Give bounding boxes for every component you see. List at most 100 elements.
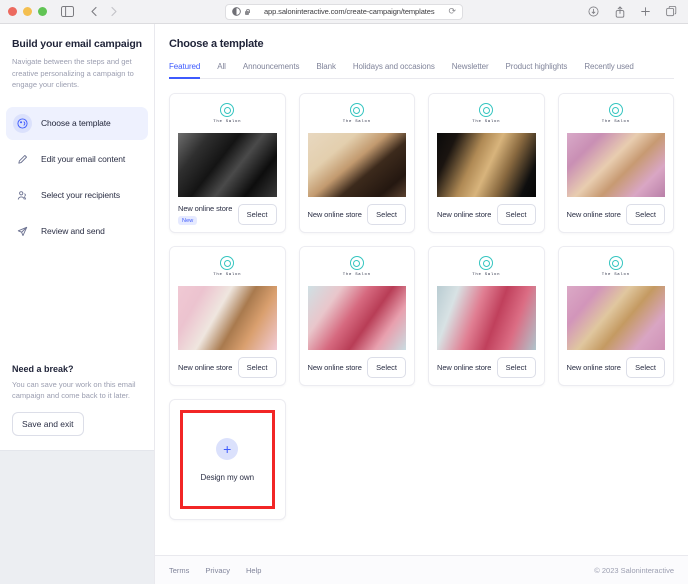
template-card[interactable]: The Salon New online store New Select	[169, 93, 286, 233]
template-category-tabs: Featured All Announcements Blank Holiday…	[169, 62, 674, 79]
back-arrow-icon[interactable]	[86, 3, 103, 20]
plus-icon[interactable]: +	[216, 437, 239, 460]
select-template-button[interactable]: Select	[496, 357, 536, 378]
template-card-footer: New online store Select	[559, 197, 674, 232]
template-preview: The Salon	[299, 247, 414, 350]
select-template-button[interactable]: Select	[626, 357, 665, 378]
maximize-window-button[interactable]	[38, 7, 47, 16]
tab-blank[interactable]: Blank	[316, 62, 336, 79]
template-card-footer: New online store Select	[429, 350, 544, 385]
sidebar-item-review-and-send[interactable]: Review and send	[6, 215, 148, 248]
break-description: You can save your work on this email cam…	[12, 379, 136, 401]
close-window-button[interactable]	[8, 7, 17, 16]
select-template-button[interactable]: Select	[237, 204, 277, 225]
tab-featured[interactable]: Featured	[169, 62, 200, 79]
select-template-button[interactable]: Select	[367, 204, 406, 225]
tab-product-highlights[interactable]: Product highlights	[506, 62, 568, 79]
tab-announcements[interactable]: Announcements	[243, 62, 300, 79]
template-logo-text: The Salon	[601, 273, 630, 277]
tab-recently-used[interactable]: Recently used	[584, 62, 634, 79]
salon-logo-icon	[220, 256, 235, 270]
tab-newsletter[interactable]: Newsletter	[452, 62, 489, 79]
sidebar-item-edit-your-email-content[interactable]: Edit your email content	[6, 143, 148, 176]
tab-holidays-and-occasions[interactable]: Holidays and occasions	[353, 62, 435, 79]
paper-plane-icon	[13, 222, 32, 241]
template-photo	[566, 286, 665, 350]
template-logo-text: The Salon	[601, 120, 630, 124]
share-icon[interactable]	[611, 3, 628, 20]
template-card-footer: New online store Select	[559, 350, 674, 385]
template-card[interactable]: The Salon New online store Select	[557, 246, 674, 386]
browser-right-icons	[585, 3, 680, 20]
page-title: Choose a template	[169, 38, 264, 50]
save-and-exit-button[interactable]: Save and exit	[12, 412, 84, 436]
template-photo	[566, 133, 665, 197]
template-preview: The Salon	[299, 94, 414, 197]
template-logo-text: The Salon	[213, 273, 242, 277]
salon-logo-icon	[349, 103, 364, 117]
select-template-button[interactable]: Select	[626, 204, 665, 225]
sidebar-toggle-icon[interactable]	[59, 3, 76, 20]
new-tab-plus-icon[interactable]	[637, 3, 654, 20]
appearance-toggle-icon[interactable]	[232, 7, 241, 16]
sidebar-item-label: Choose a template	[41, 118, 111, 129]
template-card-footer: New online store Select	[300, 350, 415, 385]
tab-all[interactable]: All	[217, 62, 226, 79]
template-logo-text: The Salon	[213, 120, 242, 124]
template-card[interactable]: The Salon New online store Select	[169, 246, 286, 386]
tab-overview-icon[interactable]	[663, 3, 680, 20]
footer-link-terms[interactable]: Terms	[169, 566, 189, 575]
select-template-button[interactable]: Select	[237, 357, 277, 378]
template-card-footer: New online store Select	[300, 197, 415, 232]
sidebar-item-choose-a-template[interactable]: Choose a template	[6, 106, 148, 140]
forward-arrow-icon[interactable]	[105, 3, 122, 20]
salon-logo-icon	[608, 256, 623, 270]
palette-icon	[13, 113, 32, 133]
campaign-steps: Choose a template Edit your email conten…	[0, 106, 154, 248]
template-card[interactable]: The Salon New online store Select	[557, 93, 674, 233]
template-logo-text: The Salon	[472, 273, 501, 277]
template-card[interactable]: The Salon New online store Select	[298, 246, 415, 386]
salon-logo-icon	[479, 103, 494, 117]
downloads-icon[interactable]	[585, 3, 602, 20]
design-my-own-card[interactable]: + Design my own	[169, 399, 286, 520]
sidebar-item-select-your-recipients[interactable]: Select your recipients	[6, 179, 148, 212]
template-card-footer: New online store Select	[170, 350, 285, 385]
template-preview: The Salon	[429, 247, 544, 350]
main-content: Choose a template Featured All Announcem…	[155, 24, 688, 584]
select-template-button[interactable]: Select	[496, 204, 536, 225]
template-card[interactable]: The Salon New online store Select	[428, 246, 545, 386]
template-title: New online store	[566, 210, 621, 219]
people-icon	[13, 186, 32, 205]
footer-link-privacy[interactable]: Privacy	[205, 566, 230, 575]
reload-icon[interactable]: ⟳	[448, 7, 456, 16]
template-photo	[437, 133, 536, 197]
select-template-button[interactable]: Select	[367, 357, 406, 378]
template-preview: The Salon	[558, 94, 673, 197]
footer-link-help[interactable]: Help	[246, 566, 261, 575]
template-title: New online store	[437, 210, 492, 219]
salon-logo-icon	[608, 103, 623, 117]
template-photo	[178, 286, 277, 350]
design-own-row: + Design my own	[169, 399, 674, 520]
break-title: Need a break?	[12, 363, 74, 374]
sidebar-description: Navigate between the steps and get creat…	[12, 57, 134, 90]
template-logo-text: The Salon	[342, 273, 371, 277]
app-window: Build your email campaign Navigate betwe…	[0, 24, 688, 584]
salon-logo-icon	[220, 103, 235, 117]
templates-scroll-area[interactable]: Choose a template Featured All Announcem…	[155, 24, 688, 555]
template-preview: The Salon	[170, 94, 285, 197]
templates-grid: The Salon New online store New Select Th…	[169, 93, 674, 386]
template-title: New online store	[307, 210, 362, 219]
template-card[interactable]: The Salon New online store Select	[428, 93, 545, 233]
design-my-own-target[interactable]: + Design my own	[180, 410, 275, 509]
address-bar[interactable]: app.saloninteractive.com/create-campaign…	[225, 3, 463, 20]
minimize-window-button[interactable]	[23, 7, 32, 16]
template-preview: The Salon	[558, 247, 673, 350]
url-text: app.saloninteractive.com/create-campaign…	[263, 7, 435, 16]
template-logo-text: The Salon	[472, 120, 501, 124]
template-card[interactable]: The Salon New online store Select	[298, 93, 415, 233]
template-title: New online store	[178, 363, 233, 372]
sidebar-item-label: Review and send	[41, 226, 105, 237]
template-title: New online store	[307, 363, 362, 372]
